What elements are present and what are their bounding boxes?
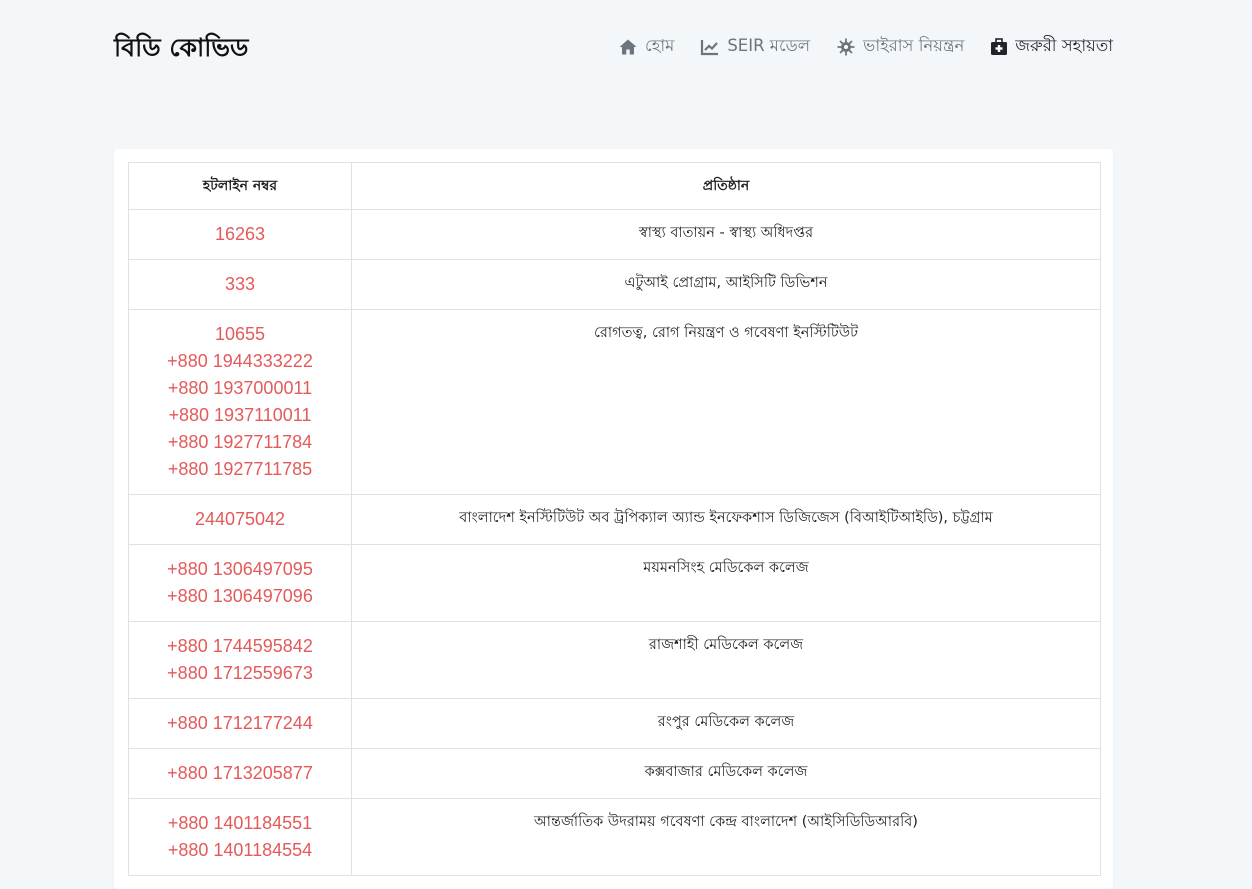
phone-number-link[interactable]: +880 1944333222 [129,348,351,375]
brand-logo-link[interactable]: বিডি কোভিড [114,28,248,71]
phone-number-link[interactable]: +880 1927711785 [129,456,351,483]
phone-number-link[interactable]: +880 1937000011 [129,375,351,402]
nav-item-label: ভাইরাস নিয়ন্ত্রন [863,36,965,55]
hotline-number-cell: +880 1744595842 +880 1712559673 [128,621,352,699]
table-row: +880 1306497095 +880 1306497096 ময়মনসিংহ … [128,544,1101,622]
phone-number-link[interactable]: +880 1401184554 [129,837,351,864]
navbar: বিডি কোভিড হোম SEIR মডেল ভাইরাস নিয়ন্ত্… [114,26,1113,64]
table-header-row: হটলাইন নম্বর প্রতিষ্ঠান [128,162,1101,210]
column-header-hotline-number: হটলাইন নম্বর [128,162,352,210]
table-row: +880 1712177244 রংপুর মেডিকেল কলেজ [128,698,1101,749]
hotline-number-cell: 16263 [128,209,352,260]
phone-number-link[interactable]: +880 1937110011 [129,402,351,429]
organization-cell: এটুআই প্রোগ্রাম, আইসিটি ডিভিশন [351,259,1101,310]
hotline-number-cell: +880 1712177244 [128,698,352,749]
medkit-icon [990,37,1008,57]
organization-cell: ময়মনসিংহ মেডিকেল কলেজ [351,544,1101,622]
phone-number-link[interactable]: +880 1401184551 [129,810,351,837]
nav-item-label: জরুরী সহায়তা [1015,36,1113,55]
nav-item-seir-model[interactable]: SEIR মডেল [700,33,810,60]
table-row: 16263 স্বাস্থ্য বাতায়ন - স্বাস্থ্য অধিদপ… [128,209,1101,260]
chart-line-icon [700,37,720,57]
virus-icon [836,37,856,57]
phone-number-link[interactable]: +880 1306497096 [129,583,351,610]
hotline-table: হটলাইন নম্বর প্রতিষ্ঠান 16263 স্বাস্থ্য ব… [128,162,1101,876]
organization-cell: কক্সবাজার মেডিকেল কলেজ [351,748,1101,799]
phone-number-link[interactable]: +880 1744595842 [129,633,351,660]
hotline-number-cell: 244075042 [128,494,352,545]
nav-item-emergency-help[interactable]: জরুরী সহায়তা [990,33,1113,60]
table-row: +880 1744595842 +880 1712559673 রাজশাহী মে… [128,621,1101,699]
organization-cell: রংপুর মেডিকেল কলেজ [351,698,1101,749]
phone-number-link[interactable]: +880 1712559673 [129,660,351,687]
table-body: 16263 স্বাস্থ্য বাতায়ন - স্বাস্থ্য অধিদপ… [128,209,1101,876]
phone-number-link[interactable]: +880 1712177244 [129,710,351,737]
table-row: 244075042 বাংলাদেশ ইনস্টিটিউট অব ট্রপিক্য… [128,494,1101,545]
nav-item-home[interactable]: হোম [618,33,674,60]
hotline-card: হটলাইন নম্বর প্রতিষ্ঠান 16263 স্বাস্থ্য ব… [114,149,1113,889]
nav-item-virus-control[interactable]: ভাইরাস নিয়ন্ত্রন [836,33,964,60]
hotline-number-cell: 10655 +880 1944333222 +880 1937000011 +880 … [128,309,352,495]
phone-number-link[interactable]: +880 1927711784 [129,429,351,456]
hotline-number-cell: +880 1306497095 +880 1306497096 [128,544,352,622]
hotline-number-cell: 333 [128,259,352,310]
hotline-number-cell: +880 1713205877 [128,748,352,799]
nav-item-label: হোম [645,36,675,55]
nav-item-label: SEIR মডেল [727,36,811,55]
phone-number-link[interactable]: +880 1306497095 [129,556,351,583]
nav-menu: হোম SEIR মডেল ভাইরাস নিয়ন্ত্রন জরুরী সহ… [618,33,1113,60]
column-header-organization: প্রতিষ্ঠান [351,162,1101,210]
organization-cell: বাংলাদেশ ইনস্টিটিউট অব ট্রপিক্যাল অ্যান্… [351,494,1101,545]
organization-cell: রাজশাহী মেডিকেল কলেজ [351,621,1101,699]
table-row: +880 1713205877 কক্সবাজার মেডিকেল কলেজ [128,748,1101,799]
home-icon [618,37,638,57]
table-row: 333 এটুআই প্রোগ্রাম, আইসিটি ডিভিশন [128,259,1101,310]
phone-number-link[interactable]: 10655 [129,321,351,348]
organization-cell: রোগতত্ব, রোগ নিয়ন্ত্রণ ও গবেষণা ইনস্টিট… [351,309,1101,495]
organization-cell: স্বাস্থ্য বাতায়ন - স্বাস্থ্য অধিদপ্তর [351,209,1101,260]
phone-number-link[interactable]: +880 1713205877 [129,760,351,787]
table-row: 10655 +880 1944333222 +880 1937000011 +880 … [128,309,1101,495]
phone-number-link[interactable]: 333 [129,271,351,298]
phone-number-link[interactable]: 16263 [129,221,351,248]
phone-number-link[interactable]: 244075042 [129,506,351,533]
